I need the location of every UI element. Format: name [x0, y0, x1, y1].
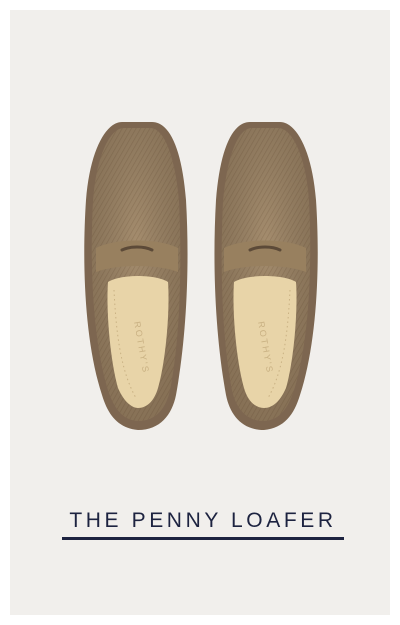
- product-name-link[interactable]: THE PENNY LOAFER: [62, 504, 344, 546]
- product-name: THE PENNY LOAFER: [69, 509, 337, 532]
- product-card[interactable]: ROTHY'S ROTHY'S THE PENNY LOAFER: [10, 10, 390, 615]
- product-image[interactable]: ROTHY'S ROTHY'S: [10, 10, 390, 480]
- right-shoe: ROTHY'S: [214, 122, 318, 430]
- left-shoe: ROTHY'S: [84, 122, 188, 430]
- underline: [62, 537, 344, 540]
